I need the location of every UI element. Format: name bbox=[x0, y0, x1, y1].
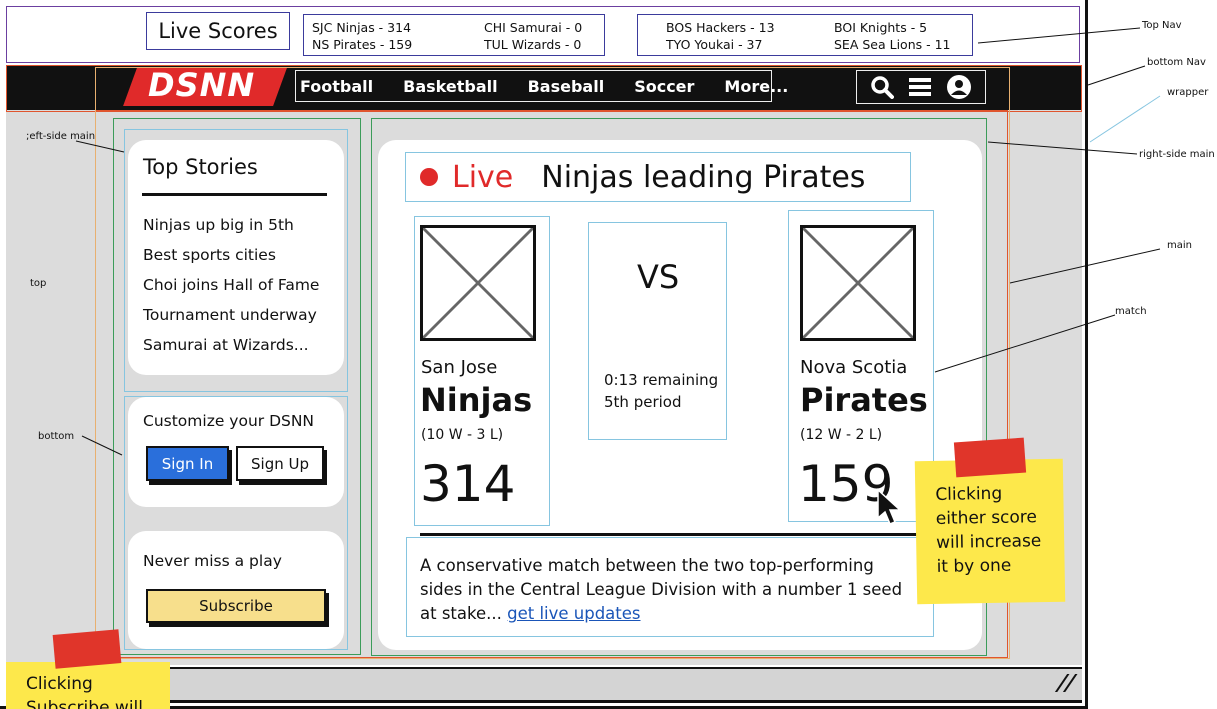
annotation-main: main bbox=[1167, 240, 1192, 251]
annotation-right-side-main: right-side main bbox=[1139, 149, 1215, 160]
annotation-left-side-main: ;eft-side main bbox=[26, 131, 96, 142]
annotation-bottom-nav: bottom Nav bbox=[1147, 57, 1206, 68]
annotation-top-nav: Top Nav bbox=[1142, 20, 1182, 31]
annotation-top: top bbox=[30, 278, 47, 289]
annotation-bottom: bottom bbox=[38, 431, 75, 442]
annotation-match: match bbox=[1115, 306, 1147, 317]
annotation-lines bbox=[75, 27, 1161, 456]
annotation-wrapper: wrapper bbox=[1167, 87, 1209, 98]
